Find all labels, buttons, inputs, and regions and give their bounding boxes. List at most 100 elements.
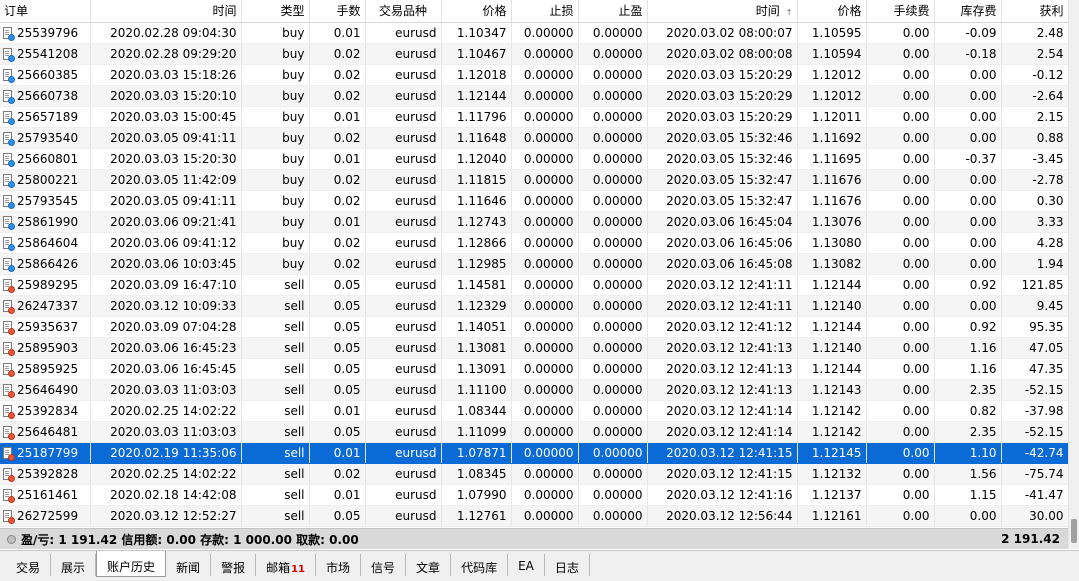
cell-open-time: 2020.03.03 11:03:03 xyxy=(90,421,242,443)
col-header-label: 类型 xyxy=(280,4,305,19)
cell-profit: -52.15 xyxy=(1001,379,1068,401)
tab-5[interactable]: 邮箱11 xyxy=(256,554,317,576)
cell-value: 0.00000 xyxy=(592,487,643,502)
table-row[interactable]: 25793540 2020.03.05 09:41:11 buy 0.02 eurusd… xyxy=(0,127,1068,149)
cell-swap: 0.00 xyxy=(934,106,1002,128)
cell-type: buy xyxy=(241,211,310,233)
cell-open-time: 2020.02.28 09:04:30 xyxy=(90,22,242,44)
col-header-profit[interactable]: 获利 xyxy=(1001,0,1068,23)
cell-value: 1.12142 xyxy=(811,424,862,439)
tab-1[interactable]: 展示 xyxy=(51,554,97,576)
table-row[interactable]: 25793545 2020.03.05 09:41:11 buy 0.02 eurusd… xyxy=(0,190,1068,212)
tab-11[interactable]: 日志 xyxy=(545,554,590,576)
summary-row[interactable]: 盈/亏: 1 191.42 信用额: 0.00 存款: 1 000.00 取款:… xyxy=(0,528,1068,549)
tab-8[interactable]: 文章 xyxy=(406,554,452,576)
tab-2[interactable]: 账户历史 xyxy=(96,551,167,577)
cell-swap: 0.82 xyxy=(934,400,1002,422)
cell-value: 0.00 xyxy=(902,298,930,313)
tab-4[interactable]: 警报 xyxy=(211,554,257,576)
col-header-close-price[interactable]: 价格 xyxy=(797,0,867,23)
tab-6[interactable]: 市场 xyxy=(316,554,362,576)
cell-take-profit: 0.00000 xyxy=(578,442,648,464)
cell-swap: 0.00 xyxy=(934,85,1002,107)
table-row[interactable]: 25657189 2020.03.03 15:00:45 buy 0.01 eurusd… xyxy=(0,106,1068,128)
buy-order-icon xyxy=(3,131,15,146)
cell-open-price: 1.11646 xyxy=(441,190,512,212)
col-header-commission[interactable]: 手续费 xyxy=(866,0,935,23)
table-row[interactable]: 25800221 2020.03.05 11:42:09 buy 0.02 eurusd… xyxy=(0,169,1068,191)
table-row[interactable]: 25989295 2020.03.09 16:47:10 sell 0.05 eurus… xyxy=(0,274,1068,296)
cell-open-time: 2020.03.06 09:41:12 xyxy=(90,232,242,254)
table-row[interactable]: 25895903 2020.03.06 16:45:23 sell 0.05 eurus… xyxy=(0,337,1068,359)
tab-9[interactable]: 代码库 xyxy=(451,554,509,576)
cell-value: 1.11100 xyxy=(456,382,507,397)
table-header-row: 订单 时间 类型 手数 交易品种 价格 止损 止盈 时间 ↑ 价格 手续费 库存费… xyxy=(0,0,1068,23)
cell-close-time: 2020.03.12 12:41:14 xyxy=(647,421,798,443)
scrollbar-thumb[interactable] xyxy=(1071,519,1077,543)
cell-lots: 0.01 xyxy=(309,442,366,464)
col-header-label: 手续费 xyxy=(893,4,930,19)
cell-value: 2020.03.03 15:18:26 xyxy=(110,67,237,82)
cell-take-profit: 0.00000 xyxy=(578,295,648,317)
cell-open-time: 2020.03.06 09:21:41 xyxy=(90,211,242,233)
col-header-order[interactable]: 订单 xyxy=(0,0,91,23)
cell-value: eurusd xyxy=(395,424,437,439)
col-header-symbol[interactable]: 交易品种 xyxy=(365,0,442,23)
cell-value: -52.15 xyxy=(1024,382,1064,397)
cell-close-time: 2020.03.03 15:20:29 xyxy=(647,64,798,86)
table-row[interactable]: 26247337 2020.03.12 10:09:33 sell 0.05 eurus… xyxy=(0,295,1068,317)
tab-0[interactable]: 交易 xyxy=(6,554,52,576)
tab-10[interactable]: EA xyxy=(508,554,545,576)
cell-profit: 30.00 xyxy=(1001,505,1068,527)
cell-value: 2020.02.28 09:04:30 xyxy=(110,25,237,40)
cell-value: 25866426 xyxy=(17,256,79,271)
col-header-type[interactable]: 类型 xyxy=(241,0,310,23)
cell-value: buy xyxy=(282,130,305,145)
cell-value: 0.02 xyxy=(333,193,361,208)
col-header-open-time[interactable]: 时间 xyxy=(90,0,242,23)
cell-value: 0.00 xyxy=(969,172,997,187)
table-row[interactable]: 25161461 2020.02.18 14:42:08 sell 0.01 eurus… xyxy=(0,484,1068,506)
cell-swap: 0.00 xyxy=(934,232,1002,254)
table-row[interactable]: 25646490 2020.03.03 11:03:03 sell 0.05 eurus… xyxy=(0,379,1068,401)
cell-open-time: 2020.03.03 15:18:26 xyxy=(90,64,242,86)
col-header-swap[interactable]: 库存费 xyxy=(934,0,1002,23)
cell-symbol: eurusd xyxy=(365,337,442,359)
tab-7[interactable]: 信号 xyxy=(361,554,407,576)
table-row[interactable]: 25392828 2020.02.25 14:02:22 sell 0.02 eurus… xyxy=(0,463,1068,485)
table-row[interactable]: 25660738 2020.03.03 15:20:10 buy 0.02 eurusd… xyxy=(0,85,1068,107)
cell-commission: 0.00 xyxy=(866,400,935,422)
table-row[interactable]: 25866426 2020.03.06 10:03:45 buy 0.02 eurusd… xyxy=(0,253,1068,275)
cell-take-profit: 0.00000 xyxy=(578,22,648,44)
cell-value: 0.02 xyxy=(333,466,361,481)
col-header-stop-loss[interactable]: 止损 xyxy=(511,0,579,23)
table-row[interactable]: 25660801 2020.03.03 15:20:30 buy 0.01 eurusd… xyxy=(0,148,1068,170)
table-row[interactable]: 25660385 2020.03.03 15:18:26 buy 0.02 eurusd… xyxy=(0,64,1068,86)
table-row[interactable]: 25895925 2020.03.06 16:45:45 sell 0.05 eurus… xyxy=(0,358,1068,380)
cell-value: eurusd xyxy=(395,172,437,187)
table-row[interactable]: 25539796 2020.02.28 09:04:30 buy 0.01 eurusd… xyxy=(0,22,1068,44)
cell-value: 0.00000 xyxy=(523,487,574,502)
table-row[interactable]: 25187799 2020.02.19 11:35:06 sell 0.01 eurus… xyxy=(0,442,1068,464)
cell-value: 2020.03.12 12:56:44 xyxy=(666,508,793,523)
table-row[interactable]: 25541208 2020.02.28 09:29:20 buy 0.02 eurusd… xyxy=(0,43,1068,65)
cell-type: sell xyxy=(241,400,310,422)
table-row[interactable]: 25935637 2020.03.09 07:04:28 sell 0.05 eurus… xyxy=(0,316,1068,338)
col-header-lots[interactable]: 手数 xyxy=(309,0,366,23)
table-row[interactable]: 25646481 2020.03.03 11:03:03 sell 0.05 eurus… xyxy=(0,421,1068,443)
table-row[interactable]: 25861990 2020.03.06 09:21:41 buy 0.01 eurusd… xyxy=(0,211,1068,233)
vertical-scrollbar[interactable] xyxy=(1068,0,1079,549)
col-header-close-time[interactable]: 时间 ↑ xyxy=(647,0,798,23)
tab-3[interactable]: 新闻 xyxy=(166,554,212,576)
col-header-take-profit[interactable]: 止盈 xyxy=(578,0,648,23)
cell-value: 0.00 xyxy=(902,25,930,40)
cell-value: 2020.03.12 12:41:15 xyxy=(666,445,793,460)
table-row[interactable]: 25392834 2020.02.25 14:02:22 sell 0.01 eurus… xyxy=(0,400,1068,422)
table-row[interactable]: 25864604 2020.03.06 09:41:12 buy 0.02 eurusd… xyxy=(0,232,1068,254)
cell-value: 0.00 xyxy=(902,466,930,481)
history-table-container: 订单 时间 类型 手数 交易品种 价格 止损 止盈 时间 ↑ 价格 手续费 库存费… xyxy=(0,0,1068,528)
cell-commission: 0.00 xyxy=(866,421,935,443)
table-row[interactable]: 26272599 2020.03.12 12:52:27 sell 0.05 eurus… xyxy=(0,505,1068,527)
cell-value: 2020.03.12 12:41:11 xyxy=(666,277,793,292)
col-header-open-price[interactable]: 价格 xyxy=(441,0,512,23)
